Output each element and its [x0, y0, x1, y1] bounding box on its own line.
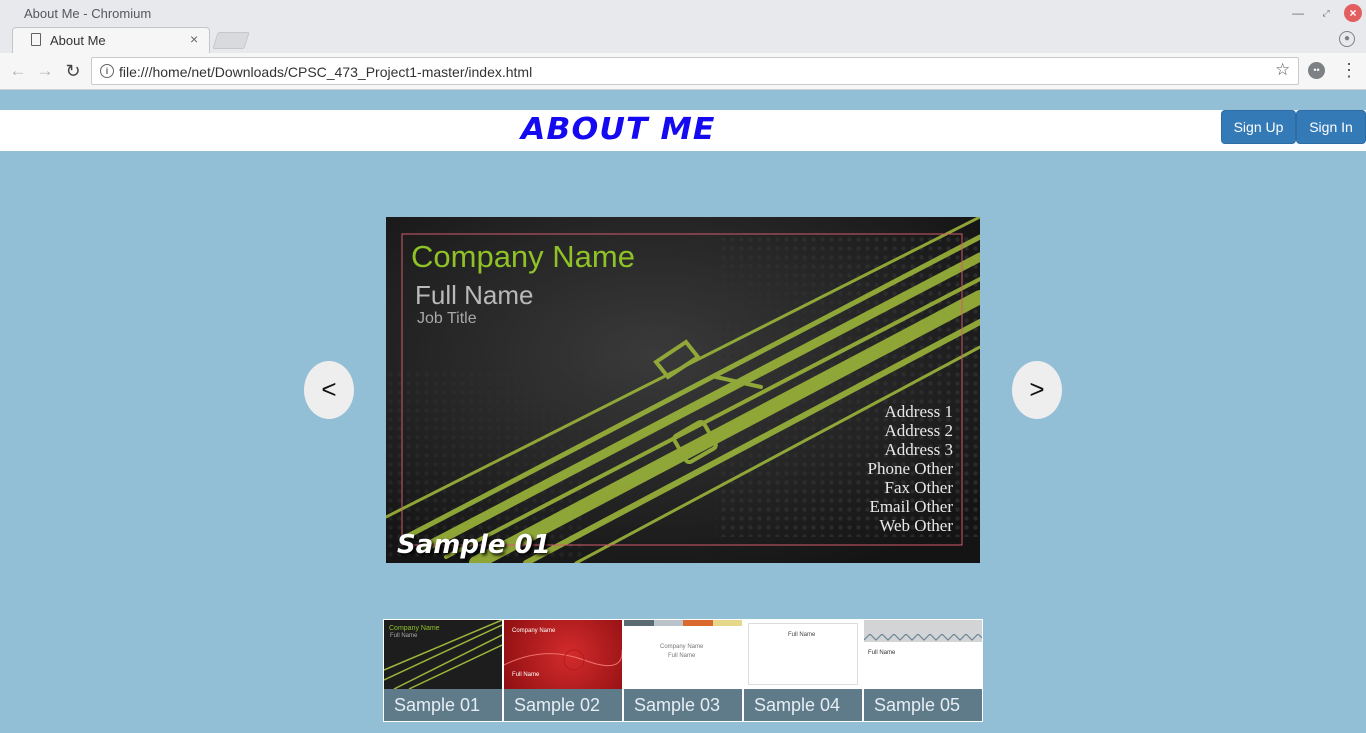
thumbnail-image: Company Name Full Name — [624, 620, 742, 689]
tab-strip: About Me × ● — [0, 27, 1366, 53]
new-tab-button[interactable] — [212, 32, 250, 49]
extension-icon[interactable]: •• — [1308, 62, 1325, 79]
bookmark-star-icon[interactable]: ☆ — [1275, 60, 1290, 80]
thumbnail-sample-03[interactable]: Company Name Full Name Sample 03 — [623, 619, 743, 722]
sign-in-button[interactable]: Sign In — [1296, 110, 1366, 144]
thumbnail-sample-05[interactable]: Full Name Sample 05 — [863, 619, 983, 722]
forward-arrow-icon[interactable]: → — [34, 60, 56, 82]
card-full-name: Full Name — [415, 280, 534, 310]
slide-caption: Sample 01 — [397, 530, 551, 560]
thumbnail-label: Sample 04 — [744, 689, 862, 721]
card-company-name: Company Name — [411, 239, 635, 274]
carousel-prev-button[interactable]: < — [304, 361, 354, 419]
carousel-slide[interactable]: Company Name Full Name Job Title Address… — [386, 217, 980, 563]
maximize-icon[interactable]: ⤢ — [1317, 4, 1335, 22]
tab-label: About Me — [50, 33, 106, 48]
thumbnail-image: Company Name Full Name — [384, 620, 502, 689]
sign-up-button[interactable]: Sign Up — [1221, 110, 1296, 144]
card-address-line: Web Other — [879, 516, 953, 535]
thumb-name: Full Name — [390, 633, 418, 639]
page-title: ABOUT ME — [521, 112, 716, 147]
thumb-name: Full Name — [512, 672, 540, 678]
site-header: ABOUT ME Sign Up Sign In — [0, 110, 1366, 151]
thumbnail-label: Sample 02 — [504, 689, 622, 721]
minimize-icon[interactable]: — — [1289, 4, 1307, 22]
thumb-color-strip — [624, 620, 742, 626]
back-arrow-icon[interactable]: ← — [7, 60, 29, 82]
thumb-name: Full Name — [788, 632, 816, 638]
thumbnail-sample-02[interactable]: Company Name Full Name Sample 02 — [503, 619, 623, 722]
card-address-line: Email Other — [869, 497, 953, 516]
thumbnail-image: Full Name — [744, 620, 862, 689]
thumb-name: Full Name — [868, 650, 896, 656]
thumb-company: Company Name — [660, 644, 704, 650]
card-address-block: Address 1 Address 2 Address 3 Phone Othe… — [868, 402, 953, 535]
close-window-icon[interactable]: × — [1344, 4, 1362, 22]
menu-dots-icon[interactable]: ⋮ — [1340, 60, 1358, 80]
browser-toolbar: ← → ↻ i file:///home/net/Downloads/CPSC_… — [0, 53, 1366, 90]
reload-icon[interactable]: ↻ — [62, 60, 84, 82]
address-bar[interactable]: i file:///home/net/Downloads/CPSC_473_Pr… — [91, 57, 1299, 85]
url-text[interactable]: file:///home/net/Downloads/CPSC_473_Proj… — [119, 64, 532, 80]
card-address-line: Fax Other — [884, 478, 953, 497]
thumbnail-label: Sample 05 — [864, 689, 982, 721]
card-address-line: Address 1 — [884, 402, 953, 421]
carousel-next-button[interactable]: > — [1012, 361, 1062, 419]
thumb-name: Full Name — [668, 653, 696, 659]
browser-titlebar: About Me - Chromium — ⤢ × — [0, 0, 1366, 27]
close-tab-icon[interactable]: × — [190, 31, 198, 47]
thumbnail-image: Full Name — [864, 620, 982, 689]
thumbnail-sample-04[interactable]: Full Name Sample 04 — [743, 619, 863, 722]
window-title: About Me - Chromium — [24, 6, 152, 21]
thumb-company: Company Name — [512, 628, 556, 634]
tab-about-me[interactable]: About Me × — [12, 27, 210, 53]
card-job-title: Job Title — [417, 310, 477, 327]
thumbnail-label: Sample 03 — [624, 689, 742, 721]
thumbnail-artwork — [864, 634, 982, 641]
thumbnail-image: Company Name Full Name — [504, 620, 622, 689]
card-address-line: Address 3 — [884, 440, 953, 459]
card-address-line: Phone Other — [867, 459, 953, 478]
thumbnail-label: Sample 01 — [384, 689, 502, 721]
thumb-company: Company Name — [389, 625, 440, 632]
profile-icon[interactable]: ● — [1339, 31, 1355, 47]
card-address-line: Address 2 — [884, 421, 953, 440]
thumbnail-sample-01[interactable]: Company Name Full Name Sample 01 — [383, 619, 503, 722]
info-icon[interactable]: i — [100, 64, 114, 78]
page-icon — [31, 33, 41, 46]
